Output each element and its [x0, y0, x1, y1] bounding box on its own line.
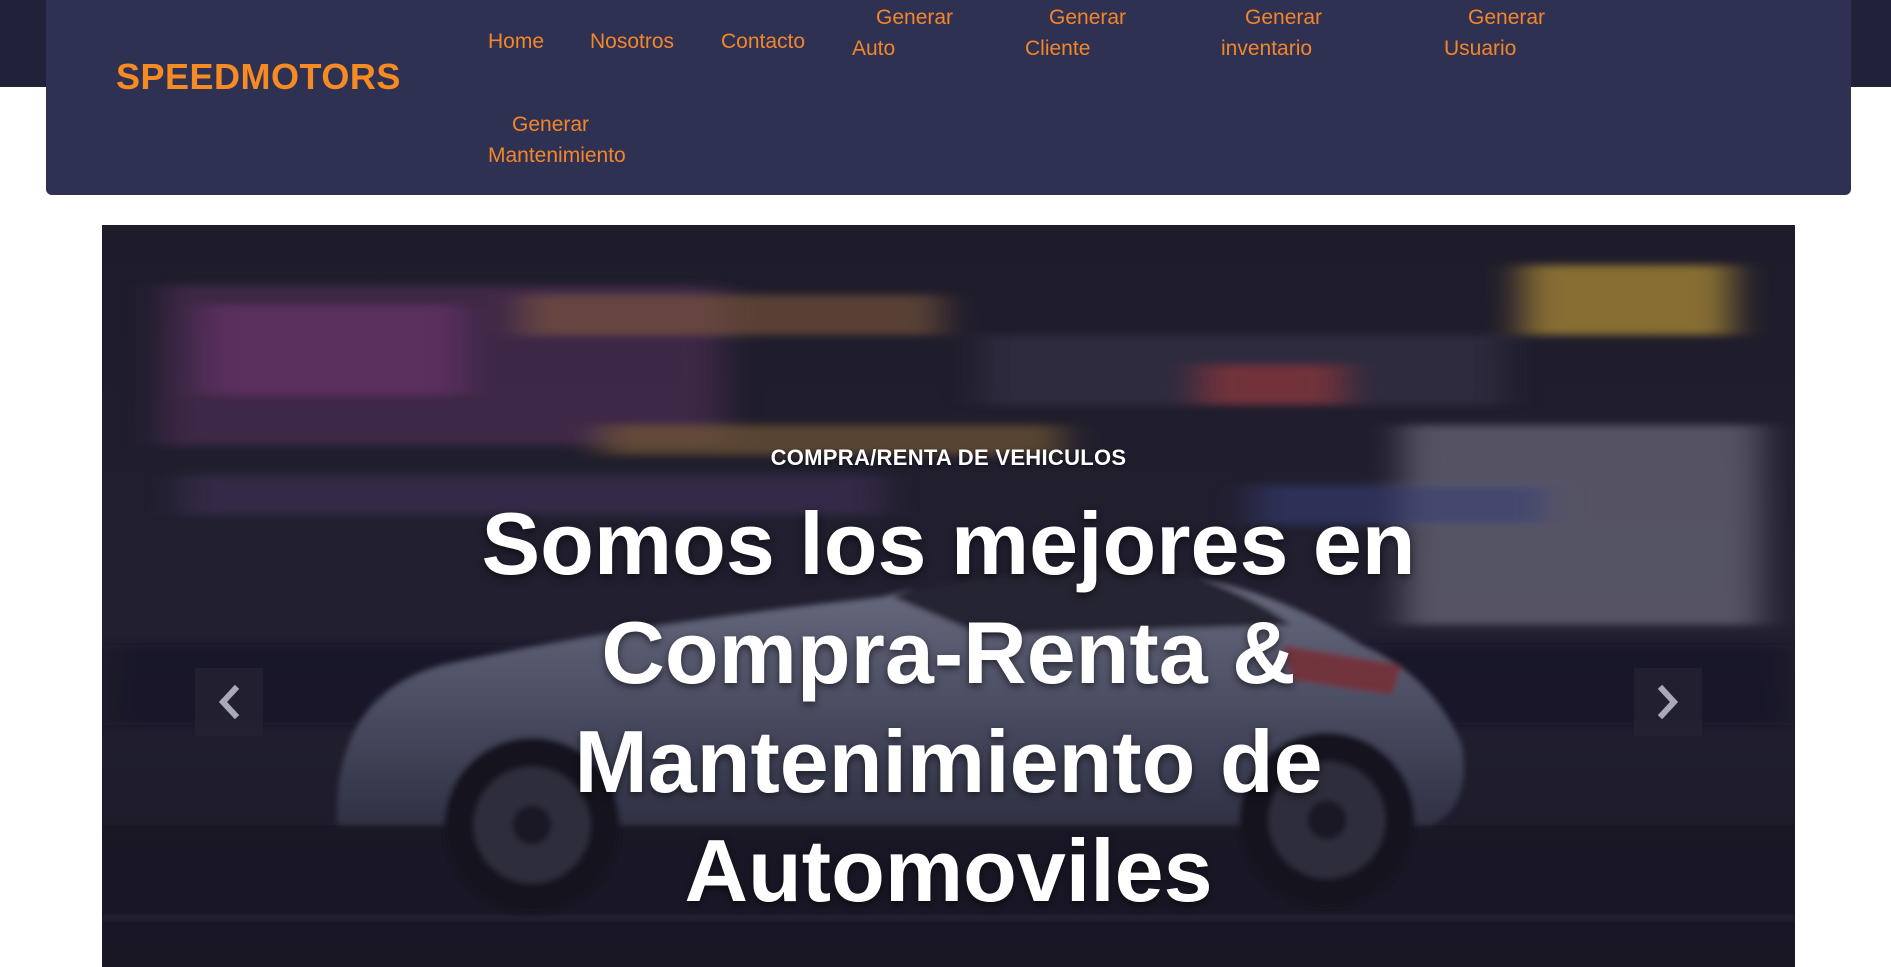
nav-generar-cliente-line2: Cliente	[1025, 37, 1091, 60]
nav-nosotros[interactable]: Nosotros	[590, 26, 674, 57]
hero-carousel: COMPRA/RENTA DE VEHICULOS Somos los mejo…	[102, 225, 1795, 967]
nav-generar-mantenimiento-line2: Mantenimiento	[488, 144, 626, 167]
carousel-next-button[interactable]	[1634, 668, 1702, 736]
nav-generar-mantenimiento-line1: Generar	[512, 113, 590, 136]
nav-generar-mantenimiento[interactable]: Generar Mantenimiento	[488, 109, 626, 171]
nav-generar-cliente[interactable]: Generar Cliente	[1025, 2, 1126, 64]
navbar: SPEEDMOTORS Home Nosotros Contacto Gener…	[46, 0, 1851, 195]
nav-generar-inventario-line2: inventario	[1221, 37, 1313, 60]
nav-generar-auto-line2: Auto	[852, 37, 896, 60]
nav-generar-auto[interactable]: Generar Auto	[852, 2, 953, 64]
nav-generar-usuario-line2: Usuario	[1444, 37, 1517, 60]
chevron-left-icon	[218, 685, 240, 719]
nav-generar-usuario[interactable]: Generar Usuario	[1444, 2, 1545, 64]
hero-eyebrow: COMPRA/RENTA DE VEHICULOS	[770, 445, 1127, 470]
carousel-prev-button[interactable]	[195, 668, 263, 736]
nav-home[interactable]: Home	[488, 26, 544, 57]
nav-contacto[interactable]: Contacto	[721, 26, 805, 57]
nav-generar-usuario-line1: Generar	[1468, 6, 1546, 29]
nav-generar-cliente-line1: Generar	[1049, 6, 1127, 29]
chevron-right-icon	[1657, 685, 1679, 719]
brand-logo[interactable]: SPEEDMOTORS	[116, 56, 401, 98]
hero-caption: COMPRA/RENTA DE VEHICULOS Somos los mejo…	[102, 445, 1795, 925]
hero-title: Somos los mejores en Compra-Renta & Mant…	[481, 494, 1416, 920]
nav-generar-inventario[interactable]: Generar inventario	[1221, 2, 1322, 64]
nav-generar-inventario-line1: Generar	[1245, 6, 1323, 29]
nav-generar-auto-line1: Generar	[876, 6, 954, 29]
